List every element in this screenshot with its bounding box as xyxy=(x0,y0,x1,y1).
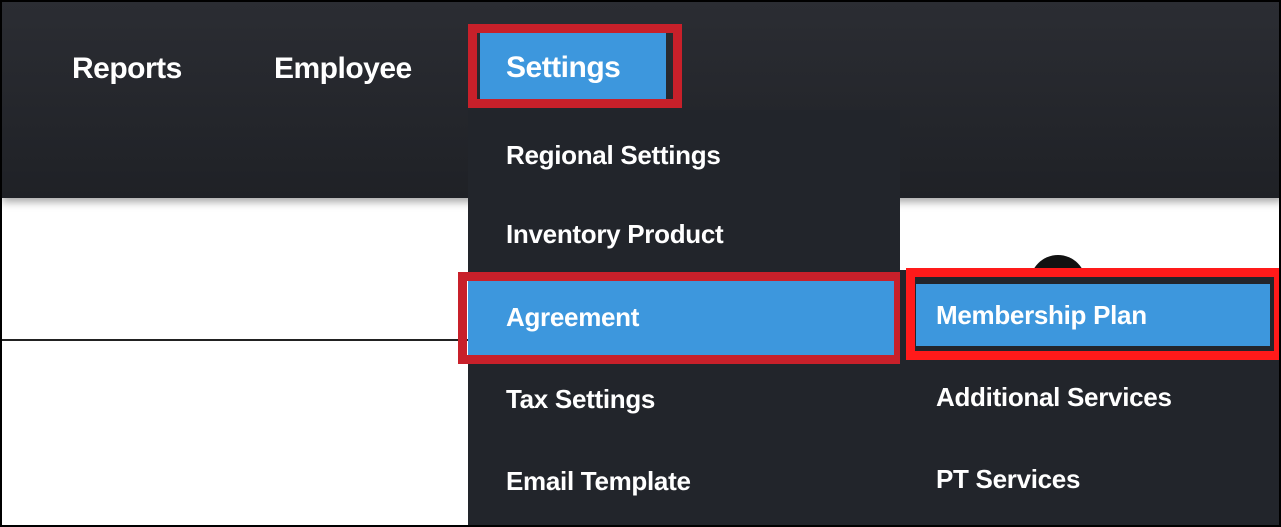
page-divider xyxy=(2,339,472,341)
nav-reports[interactable]: Reports xyxy=(72,52,182,86)
settings-dropdown-menu: Regional Settings Inventory Product Agre… xyxy=(468,110,900,525)
screenshot-frame: Reports Employee Settings Regional Setti… xyxy=(0,0,1281,527)
menu-item-inventory-product[interactable]: Inventory Product xyxy=(468,193,900,275)
agreement-submenu: Membership Plan Additional Services PT S… xyxy=(900,270,1279,525)
nav-employee[interactable]: Employee xyxy=(274,52,412,86)
menu-item-tax-settings[interactable]: Tax Settings xyxy=(468,358,900,440)
nav-settings-label: Settings xyxy=(506,51,621,84)
nav-settings[interactable]: Settings xyxy=(480,32,666,104)
menu-item-email-template[interactable]: Email Template xyxy=(468,440,900,522)
menu-item-regional-settings[interactable]: Regional Settings xyxy=(468,114,900,196)
menu-item-agreement[interactable]: Agreement xyxy=(468,276,900,358)
submenu-item-additional-services[interactable]: Additional Services xyxy=(900,356,1279,438)
submenu-item-pt-services[interactable]: PT Services xyxy=(900,438,1279,520)
submenu-item-membership-plan[interactable]: Membership Plan xyxy=(916,284,1270,346)
